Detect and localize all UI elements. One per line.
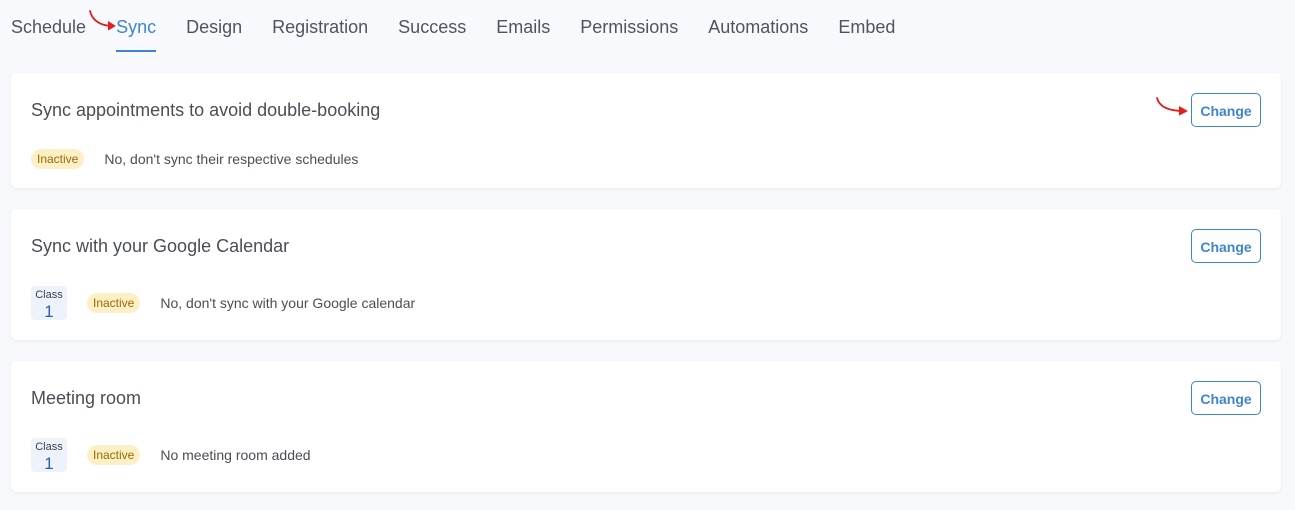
tab-success[interactable]: Success (398, 0, 466, 54)
settings-tab-bar: Schedule Sync Design Registration Succes… (11, 0, 925, 54)
status-badge: Inactive (87, 293, 141, 313)
tab-design[interactable]: Design (186, 0, 242, 54)
status-row: Class 1 Inactive No, don't sync with you… (31, 286, 416, 321)
status-row: Class 1 Inactive No meeting room added (31, 438, 311, 473)
card-title: Sync with your Google Calendar (31, 236, 290, 256)
class-indicator: Class 1 (31, 438, 67, 473)
tab-permissions[interactable]: Permissions (580, 0, 678, 54)
tab-schedule[interactable]: Schedule (11, 0, 86, 54)
card-title: Meeting room (31, 388, 142, 408)
status-text: No, don't sync their respective schedule… (104, 151, 359, 167)
class-indicator: Class 1 (31, 286, 67, 321)
status-badge: Inactive (31, 149, 85, 169)
tab-registration[interactable]: Registration (272, 0, 368, 54)
class-number: 1 (44, 454, 54, 473)
tab-sync[interactable]: Sync (116, 0, 157, 54)
change-button[interactable]: Change (1191, 93, 1261, 127)
tab-emails[interactable]: Emails (496, 0, 550, 54)
class-number: 1 (44, 302, 54, 321)
change-button[interactable]: Change (1191, 229, 1261, 263)
status-badge: Inactive (87, 445, 141, 465)
card-title: Sync appointments to avoid double-bookin… (31, 100, 381, 120)
class-label: Class (35, 441, 63, 453)
tab-automations[interactable]: Automations (708, 0, 808, 54)
change-button[interactable]: Change (1191, 381, 1261, 415)
tab-embed[interactable]: Embed (838, 0, 895, 54)
status-text: No meeting room added (160, 447, 311, 463)
sync-appointments-card: Sync appointments to avoid double-bookin… (11, 73, 1281, 188)
status-text: No, don't sync with your Google calendar (160, 295, 416, 311)
google-calendar-card: Sync with your Google Calendar Change Cl… (11, 209, 1281, 340)
status-row: Inactive No, don't sync their respective… (31, 149, 358, 169)
meeting-room-card: Meeting room Change Class 1 Inactive No … (11, 361, 1281, 492)
class-label: Class (35, 289, 63, 301)
